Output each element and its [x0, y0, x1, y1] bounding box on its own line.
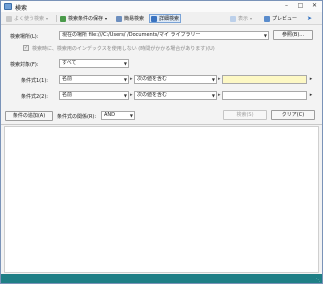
resize-grip-icon[interactable]: ⋱: [316, 277, 321, 282]
chevron-down-icon: ▼: [263, 33, 267, 38]
toolbar: よく使う検索 ▾ 検索条件の保存 ▾ 簡易検索 詳細検索 表示 ▾ プレビュー …: [1, 12, 322, 25]
clear-button[interactable]: クリア(C): [271, 110, 315, 120]
view-button[interactable]: 表示 ▾: [229, 14, 253, 23]
chevron-down-icon: ▾: [105, 16, 108, 21]
combine-value: AND: [104, 112, 116, 118]
add-condition-button[interactable]: 条件の追加(A): [5, 111, 53, 121]
location-field[interactable]: 現在の場所 file:///C:/Users/ /Documents/マイ ライ…: [59, 31, 269, 40]
location-value: 現在の場所 file:///C:/Users/ /Documents/マイ ライ…: [62, 32, 201, 38]
advanced-search-tab[interactable]: 詳細検索: [149, 14, 182, 23]
condition2-field-select[interactable]: 名前 ▼: [59, 91, 129, 100]
condition1-field-select[interactable]: 名前 ▼: [59, 75, 129, 84]
condition1-label: 条件式1(1):: [21, 78, 48, 84]
pin-icon: ➤: [307, 15, 313, 22]
chevron-down-icon: ▼: [211, 77, 215, 82]
arrow-right-icon: ▸: [130, 92, 133, 98]
combine-label: 条件式の関係(R):: [57, 114, 97, 120]
chevron-down-icon: ▾: [46, 16, 49, 21]
preview-button[interactable]: プレビュー: [263, 14, 298, 23]
search-conditions-panel: 検索場所(L): 現在の場所 file:///C:/Users/ /Docume…: [1, 25, 322, 125]
no-index-checkbox-label: 検索時に、検索用のインデックスを使用しない (時間がかかる場合があります)(U): [32, 46, 215, 52]
simple-search-label: 簡易検索: [124, 16, 145, 22]
simple-search-icon: [116, 15, 122, 22]
search-app-icon: [4, 3, 12, 10]
recent-searches-label: よく使う検索: [14, 16, 45, 22]
minimize-icon[interactable]: –: [282, 2, 291, 10]
condition1-value-input[interactable]: [222, 75, 307, 84]
target-label: 検索対象(F):: [10, 62, 39, 68]
condition2-value-input[interactable]: [222, 91, 307, 100]
search-results-pane[interactable]: [4, 126, 319, 273]
search-button[interactable]: 検索(S): [223, 110, 267, 120]
advanced-search-label: 詳細検索: [159, 16, 180, 22]
simple-search-button[interactable]: 簡易検索: [115, 14, 145, 23]
chevron-down-icon: ▼: [211, 93, 215, 98]
condition2-operator-value: 次の値を含む: [137, 92, 168, 98]
pin-button[interactable]: ➤: [306, 14, 313, 23]
target-select[interactable]: すべて ▼: [59, 59, 129, 68]
remove-condition1-icon[interactable]: ▸: [308, 75, 314, 84]
chevron-down-icon: ▾: [250, 16, 253, 21]
view-label: 表示: [238, 16, 249, 22]
preview-label: プレビュー: [272, 16, 298, 22]
arrow-right-icon: ▸: [218, 76, 221, 82]
recent-searches-button[interactable]: よく使う検索 ▾: [5, 14, 49, 23]
condition1-operator-value: 次の値を含む: [137, 76, 168, 82]
condition2-label: 条件式2(2):: [21, 94, 48, 100]
advanced-search-icon: [151, 15, 157, 22]
save-conditions-button[interactable]: 検索条件の保存 ▾: [59, 14, 108, 23]
save-icon: [60, 15, 66, 22]
view-icon: [230, 15, 236, 22]
condition1-operator-select[interactable]: 次の値を含む ▼: [134, 75, 217, 84]
status-bar: ⋱: [1, 274, 322, 283]
chevron-down-icon: ▼: [123, 77, 127, 82]
chevron-down-icon: ▼: [123, 61, 127, 66]
search-window: 検索 – □ ✕ よく使う検索 ▾ 検索条件の保存 ▾ 簡易検索 詳細検索 表示…: [0, 0, 323, 284]
close-icon[interactable]: ✕: [310, 2, 319, 10]
chevron-down-icon: ▼: [129, 113, 133, 118]
window-title: 検索: [15, 5, 28, 12]
arrow-right-icon: ▸: [130, 76, 133, 82]
star-icon: [6, 15, 12, 22]
preview-icon: [264, 15, 270, 22]
condition1-field-value: 名前: [62, 76, 73, 82]
title-bar: 検索 – □ ✕: [1, 1, 322, 12]
target-value: すべて: [62, 60, 77, 66]
remove-condition2-icon[interactable]: ▸: [308, 91, 314, 100]
condition2-field-value: 名前: [62, 92, 73, 98]
chevron-down-icon: ▼: [123, 93, 127, 98]
arrow-right-icon: ▸: [218, 92, 221, 98]
maximize-icon[interactable]: □: [296, 2, 305, 10]
condition2-operator-select[interactable]: 次の値を含む ▼: [134, 91, 217, 100]
save-conditions-label: 検索条件の保存: [68, 16, 104, 22]
no-index-checkbox[interactable]: ✓: [23, 45, 29, 51]
location-label: 検索場所(L):: [10, 34, 39, 40]
browse-button[interactable]: 参照(B)...: [273, 30, 313, 40]
combine-select[interactable]: AND ▼: [101, 111, 135, 120]
toolbar-divider: [56, 15, 57, 22]
